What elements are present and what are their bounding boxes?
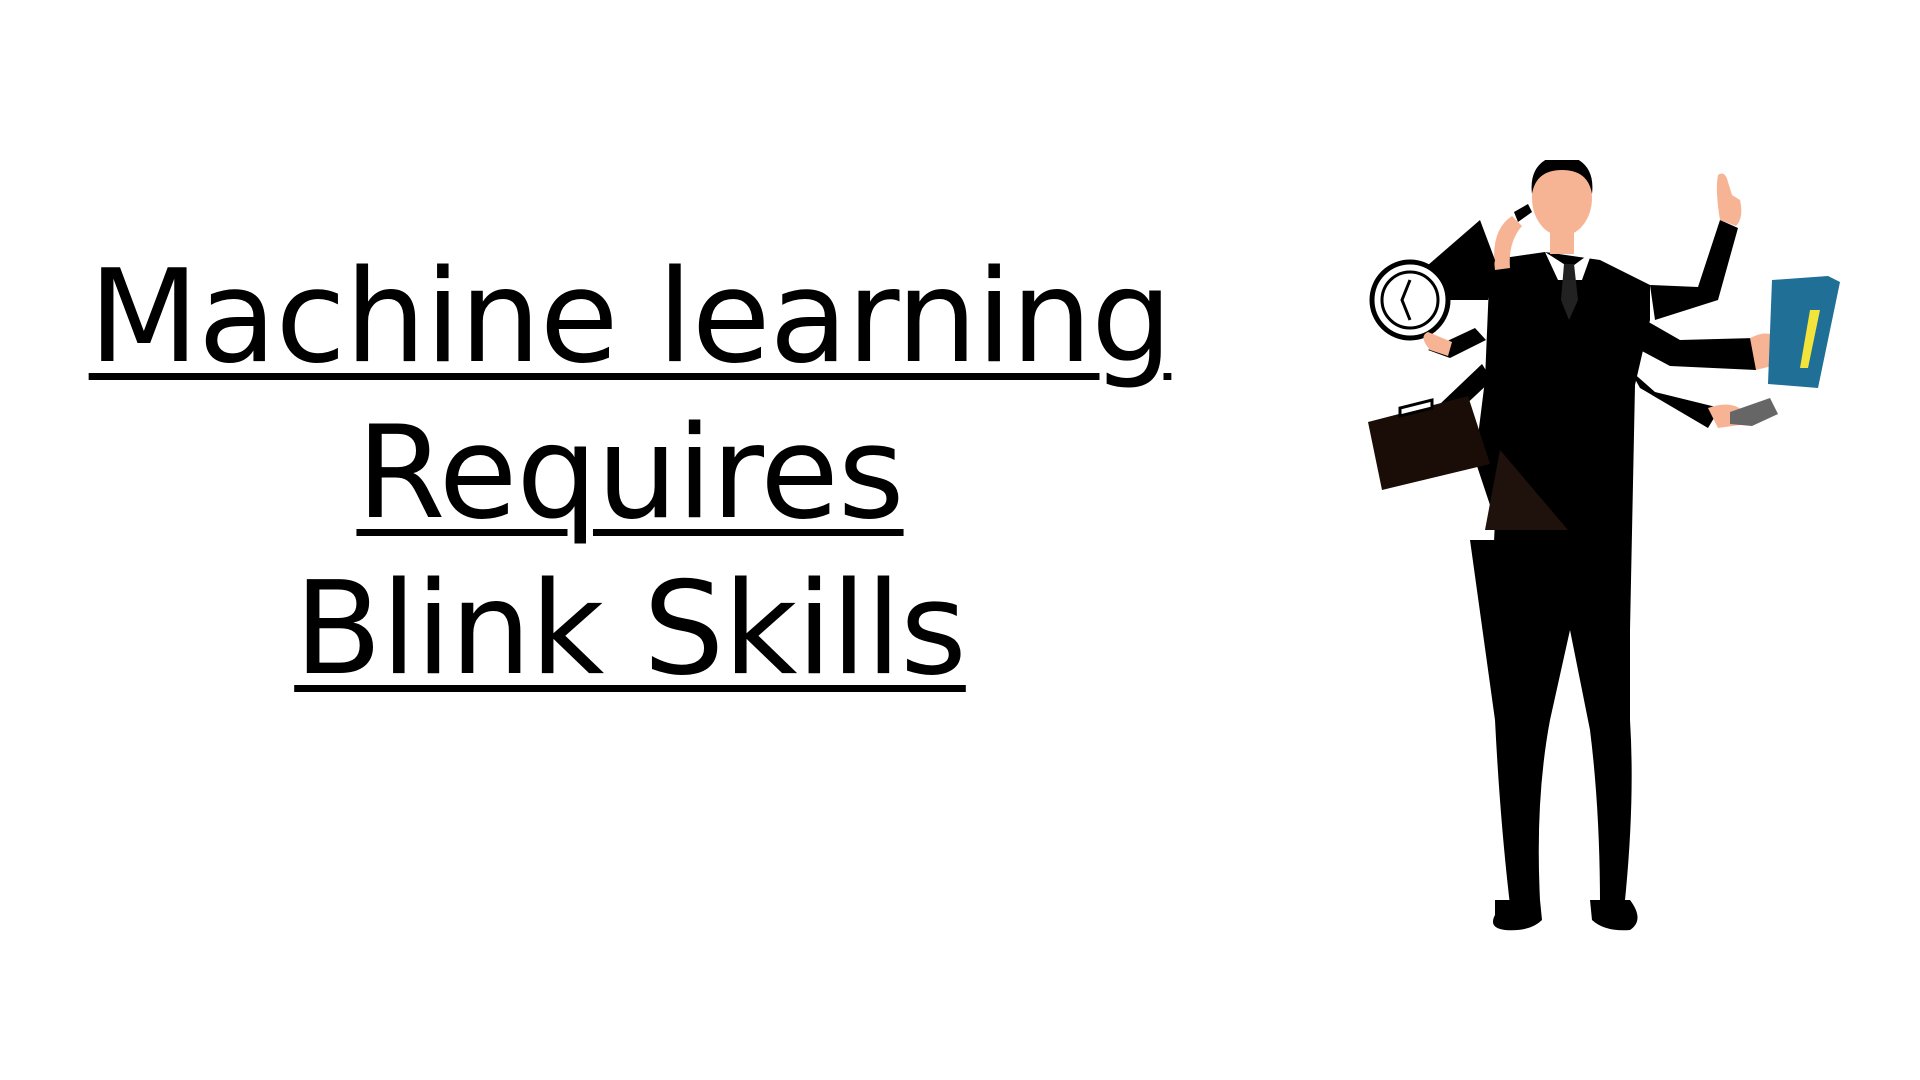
- jacket: [1475, 252, 1650, 630]
- arm-folder: [1640, 320, 1756, 370]
- neck: [1550, 230, 1574, 254]
- right-shoe: [1590, 900, 1638, 931]
- headline: Machine learning Requires Blink Skills: [60, 240, 1200, 708]
- left-shoe: [1492, 900, 1542, 931]
- handset-icon: [1730, 398, 1778, 426]
- headline-line-1-text: Machine learning: [88, 243, 1173, 392]
- hand-briefcase: [1423, 332, 1452, 356]
- hand-raised-right: [1716, 173, 1742, 226]
- businessman-svg: [1368, 160, 1840, 931]
- headline-line-3-text: Blink Skills: [294, 555, 967, 704]
- headline-line-1: Machine learning: [60, 240, 1200, 396]
- arm-handset: [1630, 370, 1720, 428]
- headline-line-2: Requires: [60, 396, 1200, 552]
- folder-icon: [1768, 276, 1840, 388]
- phone-icon: [1514, 204, 1532, 222]
- arm-raised-right: [1650, 220, 1738, 320]
- headline-line-3: Blink Skills: [60, 552, 1200, 708]
- headline-line-2-text: Requires: [356, 399, 904, 548]
- businessman-illustration: [1300, 160, 1860, 960]
